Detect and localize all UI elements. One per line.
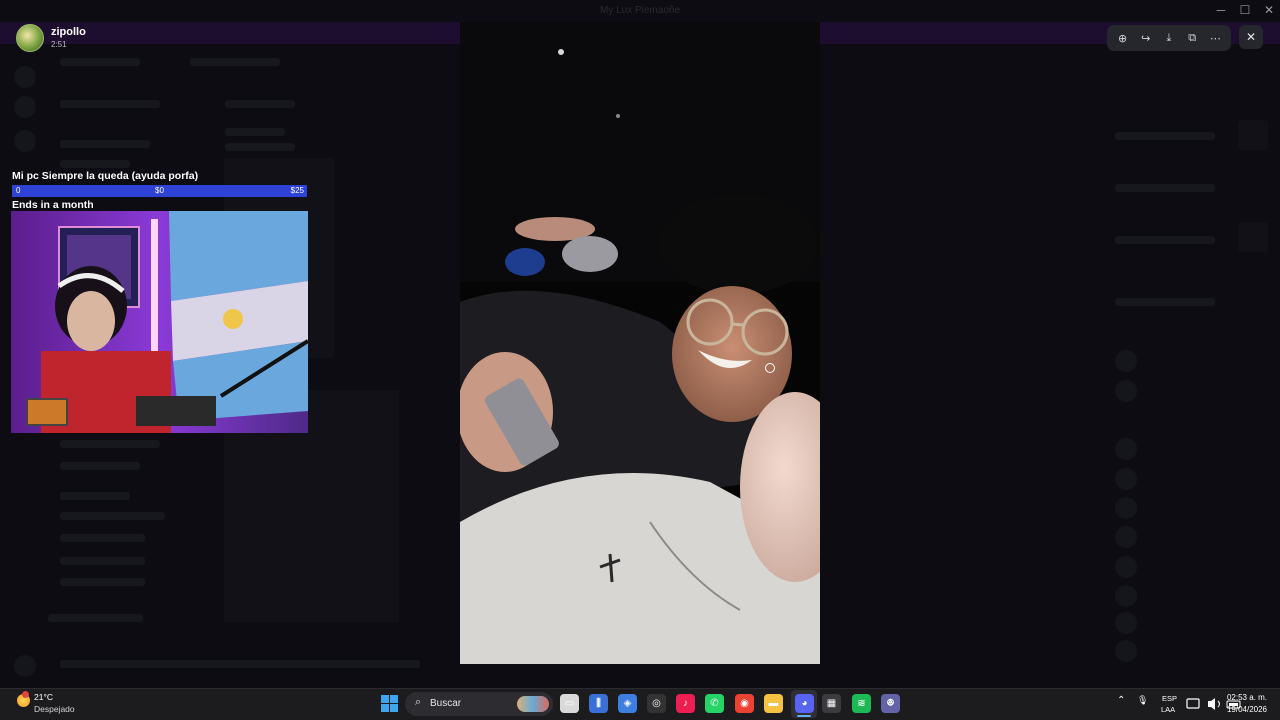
cube-app-icon[interactable]: ◈ <box>618 694 637 713</box>
magnify-cursor-icon <box>765 363 775 373</box>
notification-badge <box>22 691 29 698</box>
message-row <box>225 128 285 136</box>
tiktok-icon[interactable]: ♪ <box>676 694 695 713</box>
webcam-scene <box>11 211 308 433</box>
author-name[interactable]: zipollo <box>51 26 86 38</box>
channel-row[interactable] <box>60 512 165 520</box>
search-highlight-image <box>517 696 549 712</box>
search-placeholder: Buscar <box>430 698 462 709</box>
member-avatar[interactable] <box>1115 556 1137 578</box>
server-icon[interactable] <box>14 66 36 88</box>
maximize-button[interactable]: ☐ <box>1232 3 1258 17</box>
windows-logo-tile <box>381 695 389 703</box>
channel-row[interactable] <box>60 58 140 66</box>
spotify-icon[interactable]: ≋ <box>852 694 871 713</box>
window-title: My Lux Piemaoñe <box>599 5 681 16</box>
server-icon[interactable] <box>14 655 36 677</box>
message-row <box>225 100 295 108</box>
channel-row[interactable] <box>60 534 145 542</box>
discord-icon[interactable]: ◕ <box>795 694 814 713</box>
channel-row[interactable] <box>60 440 160 448</box>
member-list-thumbnail <box>1238 222 1268 252</box>
member-avatar[interactable] <box>1115 468 1137 490</box>
minimize-button[interactable]: ─ <box>1208 3 1234 17</box>
download-icon[interactable]: ⤓ <box>1159 28 1179 48</box>
active-app-indicator <box>797 715 811 717</box>
member-row[interactable] <box>1115 236 1215 244</box>
member-avatar[interactable] <box>1115 612 1137 634</box>
member-avatar[interactable] <box>1115 438 1137 460</box>
channel-row[interactable] <box>60 140 150 148</box>
channel-row[interactable] <box>60 100 160 108</box>
chrome-icon[interactable]: ◉ <box>735 694 754 713</box>
network-icon <box>1186 698 1200 709</box>
language-indicator[interactable]: ESP <box>1162 694 1177 703</box>
member-avatar[interactable] <box>1115 497 1137 519</box>
folder-icon[interactable]: ▬ <box>764 694 783 713</box>
store-icon[interactable]: ▦ <box>822 694 841 713</box>
member-row[interactable] <box>1115 132 1215 140</box>
member-avatar[interactable] <box>1115 380 1137 402</box>
show-hidden-icons-chevron[interactable]: ⌃ <box>1117 695 1125 706</box>
windows-logo-tile <box>390 695 398 703</box>
forward-icon[interactable]: ↪ <box>1136 28 1156 48</box>
donation-goal-title: Mi pc Siempre la queda (ayuda porfa) <box>12 170 199 182</box>
channel-row[interactable] <box>60 578 145 586</box>
shared-photo[interactable] <box>460 22 820 664</box>
taskbar-search[interactable]: ⌕ Buscar <box>405 692 553 716</box>
webcam-preview <box>11 211 308 433</box>
server-icon[interactable] <box>14 96 36 118</box>
search-icon: ⌕ <box>415 696 422 708</box>
close-viewer-button[interactable]: ✕ <box>1239 25 1263 49</box>
volume-wave-icon <box>1217 700 1220 708</box>
goal-target-label: $25 <box>290 186 304 195</box>
message-row <box>225 143 295 151</box>
windows-logo-tile <box>390 704 398 712</box>
avatar[interactable] <box>16 24 44 52</box>
chat-header <box>190 58 280 66</box>
goal-ends-text: Ends in a month <box>12 199 94 211</box>
teams-icon[interactable]: ꔮ <box>881 694 900 713</box>
member-row[interactable] <box>1115 298 1215 306</box>
post-timestamp: 2:51 <box>51 40 67 49</box>
microphone-icon[interactable]: 🎙 <box>1137 695 1148 706</box>
clock-time[interactable]: 02:53 a. m. <box>1227 693 1267 702</box>
member-avatar[interactable] <box>1115 350 1137 372</box>
message-input[interactable] <box>60 660 420 668</box>
photo-content <box>460 22 820 664</box>
media-toolbar: ⊕ ↪ ⤓ ⧉ ⋯ <box>1107 25 1231 51</box>
taskbar <box>0 688 1280 720</box>
screen: My Lux Piemaoñe ─ ☐ ✕ zipollo 2:51 ⊕ ↪ ⤓… <box>0 0 1280 720</box>
start-button[interactable] <box>381 695 398 712</box>
open-external-icon[interactable]: ⧉ <box>1182 28 1202 48</box>
goal-start-label: 0 <box>16 186 21 195</box>
volume-icon <box>1208 698 1215 710</box>
donation-goal-bar: 0 $0 $25 <box>12 185 307 197</box>
file-explorer-icon[interactable]: ▭ <box>560 694 579 713</box>
server-icon[interactable] <box>14 130 36 152</box>
channel-row[interactable] <box>60 557 145 565</box>
whatsapp-icon[interactable]: ✆ <box>705 694 724 713</box>
clock-date[interactable]: 19/04/2026 <box>1227 705 1267 714</box>
member-row[interactable] <box>1115 184 1215 192</box>
audio-app-icon[interactable]: ⫼ <box>589 694 608 713</box>
windows-logo-tile <box>381 704 389 712</box>
member-avatar[interactable] <box>1115 640 1137 662</box>
member-avatar[interactable] <box>1115 526 1137 548</box>
member-list-thumbnail <box>1238 120 1268 150</box>
zoom-icon[interactable]: ⊕ <box>1113 28 1133 48</box>
channel-row[interactable] <box>60 462 140 470</box>
keyboard-layout-indicator[interactable]: LAA <box>1161 705 1175 714</box>
member-avatar[interactable] <box>1115 585 1137 607</box>
channel-row[interactable] <box>60 492 130 500</box>
user-panel-row <box>48 614 143 622</box>
channel-row[interactable] <box>60 160 130 168</box>
window-close-button[interactable]: ✕ <box>1256 3 1280 17</box>
goal-current-label: $0 <box>155 186 164 195</box>
more-options-icon[interactable]: ⋯ <box>1205 28 1225 48</box>
weather-description[interactable]: Despejado <box>34 704 75 714</box>
github-icon[interactable]: ◎ <box>647 694 666 713</box>
weather-temperature[interactable]: 21°C <box>34 692 53 702</box>
